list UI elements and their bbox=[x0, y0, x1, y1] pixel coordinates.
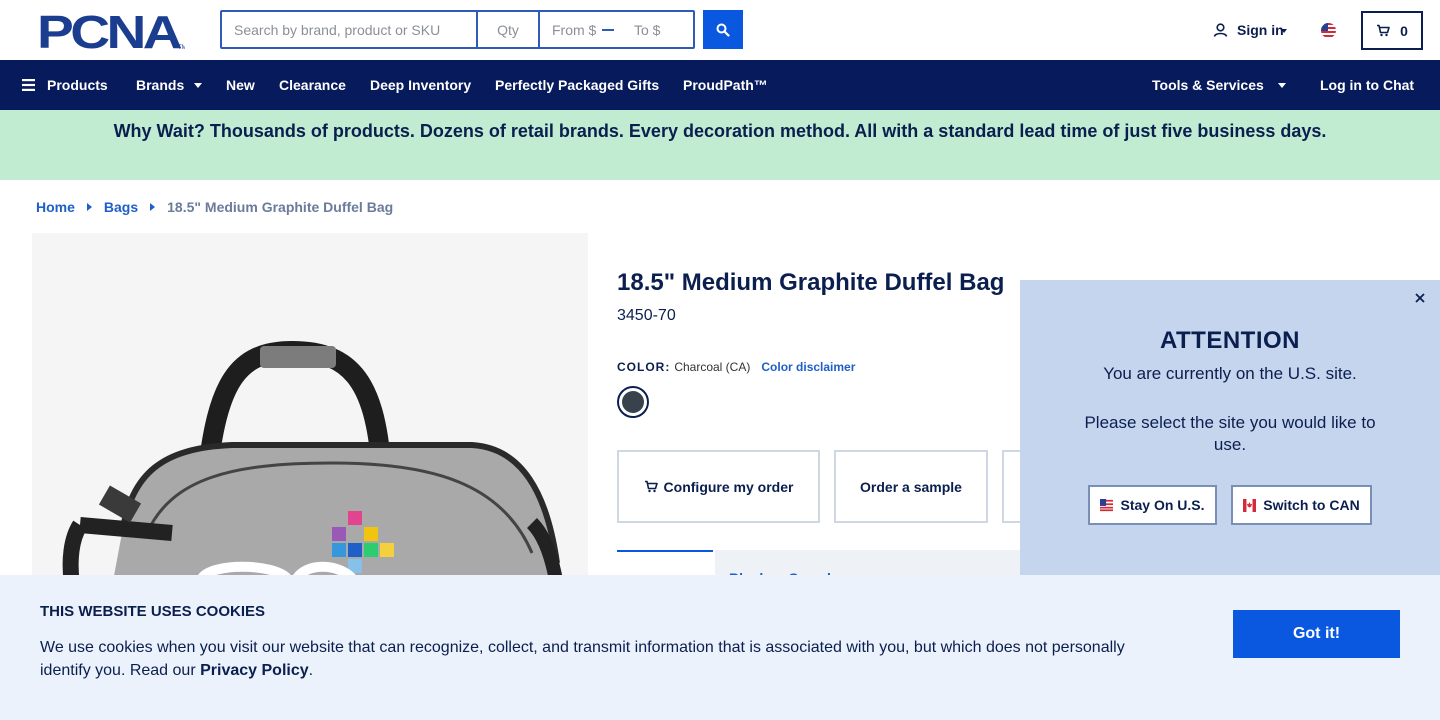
promo-text: Why Wait? Thousands of products. Dozens … bbox=[113, 120, 1327, 141]
sign-in-label: Sign in bbox=[1237, 22, 1284, 38]
cart-count: 0 bbox=[1400, 22, 1408, 39]
cart-icon bbox=[644, 480, 658, 493]
breadcrumb-home[interactable]: Home bbox=[36, 199, 75, 215]
main-nav: Products Brands New Clearance Deep Inven… bbox=[0, 60, 1440, 110]
hamburger-icon bbox=[22, 79, 35, 91]
nav-products[interactable]: Products bbox=[22, 60, 108, 110]
svg-text:PCNA: PCNA bbox=[37, 12, 181, 50]
color-label: COLOR: bbox=[617, 360, 671, 374]
price-to-input[interactable] bbox=[622, 12, 684, 47]
us-flag-icon bbox=[1100, 498, 1114, 512]
nav-brands-label: Brands bbox=[136, 77, 185, 93]
switch-can-button[interactable]: Switch to CAN bbox=[1231, 485, 1372, 525]
breadcrumb-bags[interactable]: Bags bbox=[104, 199, 138, 215]
configure-order-label: Configure my order bbox=[663, 478, 794, 495]
cookie-title: THIS WEBSITE USES COOKIES bbox=[40, 603, 266, 620]
cookie-banner: THIS WEBSITE USES COOKIES We use cookies… bbox=[0, 575, 1440, 720]
breadcrumb: Home Bags 18.5" Medium Graphite Duffel B… bbox=[36, 199, 393, 215]
site-header: PCNA TM Sign in bbox=[0, 0, 1440, 60]
chevron-down-icon bbox=[1277, 82, 1286, 88]
nav-tools-services[interactable]: Tools & Services bbox=[1152, 60, 1286, 110]
user-icon bbox=[1213, 23, 1228, 37]
swatch-fill bbox=[622, 391, 644, 413]
nav-clearance[interactable]: Clearance bbox=[279, 60, 346, 110]
promo-banner: Why Wait? Thousands of products. Dozens … bbox=[0, 110, 1440, 180]
nav-deep-inventory[interactable]: Deep Inventory bbox=[370, 60, 471, 110]
chevron-down-icon bbox=[194, 82, 203, 88]
stay-us-button[interactable]: Stay On U.S. bbox=[1088, 485, 1217, 525]
sign-in-link[interactable]: Sign in bbox=[1213, 22, 1287, 38]
qty-input[interactable] bbox=[478, 12, 540, 47]
nav-chat-login[interactable]: Log in to Chat bbox=[1320, 60, 1414, 110]
color-value: Charcoal (CA) bbox=[674, 360, 751, 374]
order-sample-label: Order a sample bbox=[860, 478, 962, 495]
nav-brands[interactable]: Brands bbox=[136, 60, 203, 110]
site-selector-modal: ATTENTION You are currently on the U.S. … bbox=[1020, 280, 1440, 580]
nav-gifts[interactable]: Perfectly Packaged Gifts bbox=[495, 60, 659, 110]
nav-products-label: Products bbox=[47, 77, 108, 93]
close-button[interactable] bbox=[1410, 288, 1430, 308]
chevron-right-icon bbox=[86, 203, 92, 211]
price-dash bbox=[602, 28, 614, 31]
search-input[interactable] bbox=[222, 12, 478, 47]
search-icon bbox=[716, 23, 730, 37]
color-swatch-charcoal[interactable] bbox=[617, 386, 649, 418]
nav-new[interactable]: New bbox=[226, 60, 255, 110]
cookie-period: . bbox=[308, 662, 314, 679]
cookie-text: We use cookies when you visit our websit… bbox=[40, 636, 1160, 682]
pcna-logo[interactable]: PCNA TM bbox=[37, 12, 185, 50]
canada-flag-icon bbox=[1243, 498, 1257, 512]
cart-button[interactable]: 0 bbox=[1361, 11, 1423, 50]
cookie-accept-button[interactable]: Got it! bbox=[1233, 610, 1400, 658]
chevron-right-icon bbox=[150, 203, 156, 211]
price-range bbox=[540, 12, 693, 47]
attention-title: ATTENTION bbox=[1159, 327, 1301, 354]
product-sku: 3450-70 bbox=[617, 307, 676, 324]
nav-proudpath[interactable]: ProudPath™ bbox=[683, 60, 768, 110]
nav-tools-label: Tools & Services bbox=[1152, 77, 1264, 93]
color-disclaimer-link[interactable]: Color disclaimer bbox=[761, 360, 855, 374]
price-from-input[interactable] bbox=[540, 12, 602, 47]
breadcrumb-current: 18.5" Medium Graphite Duffel Bag bbox=[167, 199, 394, 215]
search-bar bbox=[220, 10, 695, 49]
switch-can-label: Switch to CAN bbox=[1263, 497, 1360, 513]
attention-current-site: You are currently on the U.S. site. bbox=[1103, 364, 1357, 383]
sign-in-chevron-icon bbox=[1280, 29, 1287, 33]
configure-order-button[interactable]: Configure my order bbox=[617, 450, 820, 523]
stay-us-label: Stay On U.S. bbox=[1120, 497, 1205, 513]
product-title: 18.5" Medium Graphite Duffel Bag bbox=[617, 269, 1005, 296]
cart-icon bbox=[1377, 24, 1390, 37]
attention-instruction: Please select the site you would like to… bbox=[1084, 413, 1376, 454]
search-button[interactable] bbox=[703, 10, 743, 49]
us-flag-icon[interactable] bbox=[1321, 23, 1336, 38]
privacy-policy-link[interactable]: Privacy Policy bbox=[200, 662, 309, 679]
svg-text:TM: TM bbox=[178, 45, 185, 50]
close-icon bbox=[1415, 293, 1425, 303]
order-sample-button[interactable]: Order a sample bbox=[834, 450, 988, 523]
color-row: COLOR: Charcoal (CA) Color disclaimer bbox=[617, 360, 855, 374]
